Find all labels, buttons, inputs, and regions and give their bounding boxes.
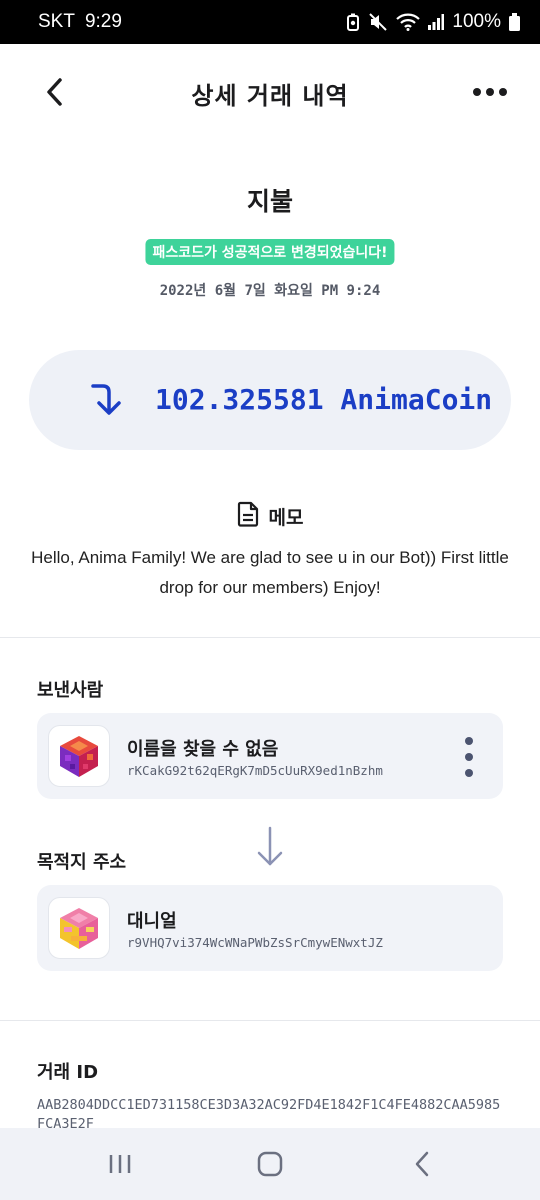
amount-pill: 102.325581 AnimaCoin bbox=[29, 350, 511, 450]
transaction-amount: 102.325581 AnimaCoin bbox=[155, 383, 493, 416]
sender-card[interactable]: 이름을 찾을 수 없음 rKCakG92t62qERgK7mD5cUuRX9ed… bbox=[37, 713, 503, 799]
recent-apps-button[interactable] bbox=[98, 1148, 142, 1180]
memo-header: 메모 bbox=[0, 501, 540, 531]
memo-text: Hello, Anima Family! We are glad to see … bbox=[31, 548, 509, 597]
wifi-icon bbox=[396, 13, 421, 31]
destination-card[interactable]: 대니얼 r9VHQ7vi374WcWNaPWbZsSrCmywENwxtJZ bbox=[37, 885, 503, 971]
divider bbox=[0, 1020, 540, 1021]
app-header: 상세 거래 내역 bbox=[0, 44, 540, 140]
system-back-button[interactable] bbox=[400, 1148, 444, 1180]
carrier-label: SKT bbox=[38, 11, 75, 32]
sender-avatar bbox=[48, 725, 110, 787]
battery-icon bbox=[509, 13, 520, 31]
home-icon bbox=[257, 1151, 283, 1177]
mute-icon bbox=[368, 13, 388, 31]
back-icon bbox=[415, 1151, 429, 1177]
signal-icon bbox=[428, 14, 445, 30]
battery-saver-icon bbox=[346, 13, 360, 31]
transaction-type: 지불 bbox=[246, 187, 293, 216]
arrow-incoming-icon bbox=[87, 380, 123, 422]
home-button[interactable] bbox=[248, 1148, 292, 1180]
document-icon bbox=[237, 501, 259, 531]
battery-level: 100% bbox=[452, 11, 501, 32]
sender-more-button[interactable] bbox=[459, 737, 479, 777]
recent-apps-icon bbox=[109, 1155, 131, 1173]
more-horizontal-icon bbox=[473, 88, 481, 96]
sender-address: rKCakG92t62qERgK7mD5cUuRX9ed1nBzhm bbox=[127, 763, 383, 778]
memo-title: 메모 bbox=[268, 506, 304, 529]
clock: 9:29 bbox=[84, 11, 122, 32]
more-vertical-icon bbox=[465, 737, 473, 745]
success-toast: 패스코드가 성공적으로 변경되었습니다! bbox=[145, 239, 395, 265]
transaction-id-label: 거래 ID bbox=[37, 1062, 99, 1083]
page-title: 상세 거래 내역 bbox=[191, 82, 349, 110]
transaction-date: 2022년 6월 7일 화요일 PM 9:24 bbox=[159, 283, 381, 299]
divider bbox=[0, 637, 540, 638]
destination-avatar bbox=[48, 897, 110, 959]
destination-address: r9VHQ7vi374WcWNaPWbZsSrCmywENwxtJZ bbox=[127, 935, 383, 950]
destination-name: 대니얼 bbox=[127, 911, 177, 932]
more-options-button[interactable] bbox=[470, 74, 510, 110]
sender-name: 이름을 찾을 수 없음 bbox=[127, 739, 279, 760]
arrow-down-icon bbox=[255, 826, 285, 872]
status-bar: SKT 9:29 100% bbox=[0, 0, 540, 44]
destination-label: 목적지 주소 bbox=[37, 852, 127, 873]
transaction-id-value[interactable]: AAB2804DDCC1ED731158CE3D3A32AC92FD4E1842… bbox=[37, 1096, 507, 1128]
sender-label: 보낸사람 bbox=[37, 680, 104, 701]
system-nav-bar bbox=[0, 1128, 540, 1200]
